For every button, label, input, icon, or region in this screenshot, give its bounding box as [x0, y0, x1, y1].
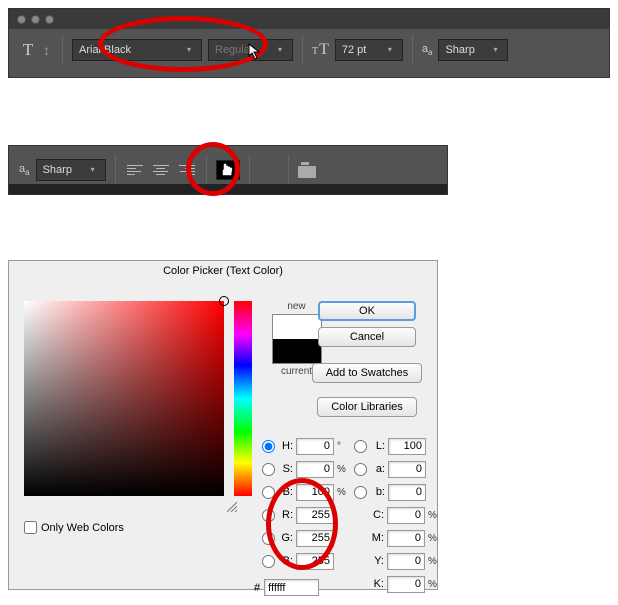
- b-rgb-label: B:: [277, 555, 293, 567]
- chevron-down-icon: ▾: [493, 45, 503, 55]
- minimize-dot[interactable]: [31, 15, 40, 24]
- antialias-icon: aa: [422, 43, 433, 57]
- percent-unit: %: [428, 510, 442, 521]
- font-size-value: 72 pt: [342, 44, 366, 56]
- font-family-dropdown[interactable]: Arial Black ▾: [72, 39, 202, 61]
- font-family-value: Arial Black: [79, 44, 131, 56]
- color-picker-dialog: Color Picker (Text Color) new current OK…: [8, 260, 438, 590]
- antialias-value: Sharp: [43, 164, 72, 176]
- g-label: G:: [277, 532, 293, 544]
- r-radio[interactable]: [262, 509, 275, 522]
- s-input[interactable]: [296, 461, 334, 478]
- type-options-bar-right: aa Sharp ▾: [8, 145, 448, 195]
- divider: [288, 155, 289, 185]
- cursor-icon: [248, 43, 262, 61]
- b-lab-input[interactable]: [388, 484, 426, 501]
- percent-unit: %: [428, 579, 442, 590]
- y-input[interactable]: [387, 553, 425, 570]
- divider: [249, 155, 250, 185]
- divider: [62, 35, 63, 65]
- color-libraries-button[interactable]: Color Libraries: [317, 397, 417, 417]
- b-rgb-radio[interactable]: [262, 555, 275, 568]
- dialog-title: Color Picker (Text Color): [9, 261, 437, 281]
- s-label: S:: [277, 463, 293, 475]
- align-right-button[interactable]: [177, 160, 197, 180]
- r-input[interactable]: [296, 507, 334, 524]
- l-radio[interactable]: [354, 440, 367, 453]
- l-label: L:: [369, 440, 385, 452]
- divider: [302, 35, 303, 65]
- degree-unit: °: [337, 441, 351, 452]
- type-options-bar: T ↕ Arial Black ▾ Regular ▾ TT 72 pt ▾ a…: [8, 8, 610, 78]
- h-label: H:: [277, 440, 293, 452]
- k-input[interactable]: [387, 576, 425, 593]
- antialias-dropdown[interactable]: Sharp ▾: [36, 159, 106, 181]
- align-left-button[interactable]: [125, 160, 145, 180]
- percent-unit: %: [337, 487, 351, 498]
- chevron-down-icon: ▾: [278, 45, 288, 55]
- r-label: R:: [277, 509, 293, 521]
- c-label: C:: [368, 509, 384, 521]
- percent-unit: %: [428, 556, 442, 567]
- c-input[interactable]: [387, 507, 425, 524]
- only-web-colors-label: Only Web Colors: [41, 522, 124, 534]
- sv-marker[interactable]: [219, 296, 229, 306]
- panel-icon[interactable]: [298, 162, 316, 178]
- b-lab-radio[interactable]: [354, 486, 367, 499]
- h-radio[interactable]: [262, 440, 275, 453]
- hand-cursor-icon: [220, 162, 235, 178]
- type-tool-icon: T: [19, 40, 37, 60]
- ok-button[interactable]: OK: [318, 301, 416, 321]
- y-label: Y:: [368, 555, 384, 567]
- hex-input[interactable]: [264, 579, 319, 596]
- b-hsb-radio[interactable]: [262, 486, 275, 499]
- font-size-icon: TT: [312, 41, 329, 59]
- hue-slider[interactable]: [234, 301, 252, 496]
- a-input[interactable]: [388, 461, 426, 478]
- resize-grip-icon: [227, 502, 237, 512]
- hex-label: #: [254, 582, 260, 594]
- k-label: K:: [368, 578, 384, 590]
- chevron-down-icon: ▾: [187, 45, 197, 55]
- align-center-button[interactable]: [151, 160, 171, 180]
- saturation-value-field[interactable]: [24, 301, 224, 496]
- close-dot[interactable]: [17, 15, 26, 24]
- g-input[interactable]: [296, 530, 334, 547]
- divider: [115, 155, 116, 185]
- antialias-value: Sharp: [445, 44, 474, 56]
- s-radio[interactable]: [262, 463, 275, 476]
- only-web-colors-checkbox[interactable]: [24, 521, 37, 534]
- b-hsb-input[interactable]: [296, 484, 334, 501]
- add-swatches-button[interactable]: Add to Swatches: [312, 363, 422, 383]
- b-lab-label: b:: [369, 486, 385, 498]
- percent-unit: %: [428, 533, 442, 544]
- b-rgb-input[interactable]: [296, 553, 334, 570]
- antialias-dropdown[interactable]: Sharp ▾: [438, 39, 508, 61]
- text-color-swatch[interactable]: [216, 160, 240, 180]
- m-label: M:: [368, 532, 384, 544]
- m-input[interactable]: [387, 530, 425, 547]
- divider: [412, 35, 413, 65]
- window-titlebar: [9, 9, 609, 29]
- font-size-dropdown[interactable]: 72 pt ▾: [335, 39, 403, 61]
- a-radio[interactable]: [354, 463, 367, 476]
- chevron-down-icon: ▾: [388, 45, 398, 55]
- zoom-dot[interactable]: [45, 15, 54, 24]
- percent-unit: %: [337, 464, 351, 475]
- type-orientation-icon[interactable]: ↕: [43, 40, 53, 60]
- bottom-strip: [9, 184, 447, 194]
- cancel-button[interactable]: Cancel: [318, 327, 416, 347]
- l-input[interactable]: [388, 438, 426, 455]
- antialias-icon: aa: [19, 163, 30, 177]
- a-label: a:: [369, 463, 385, 475]
- divider: [206, 155, 207, 185]
- b-hsb-label: B:: [277, 486, 293, 498]
- h-input[interactable]: [296, 438, 334, 455]
- chevron-down-icon: ▾: [91, 165, 101, 175]
- g-radio[interactable]: [262, 532, 275, 545]
